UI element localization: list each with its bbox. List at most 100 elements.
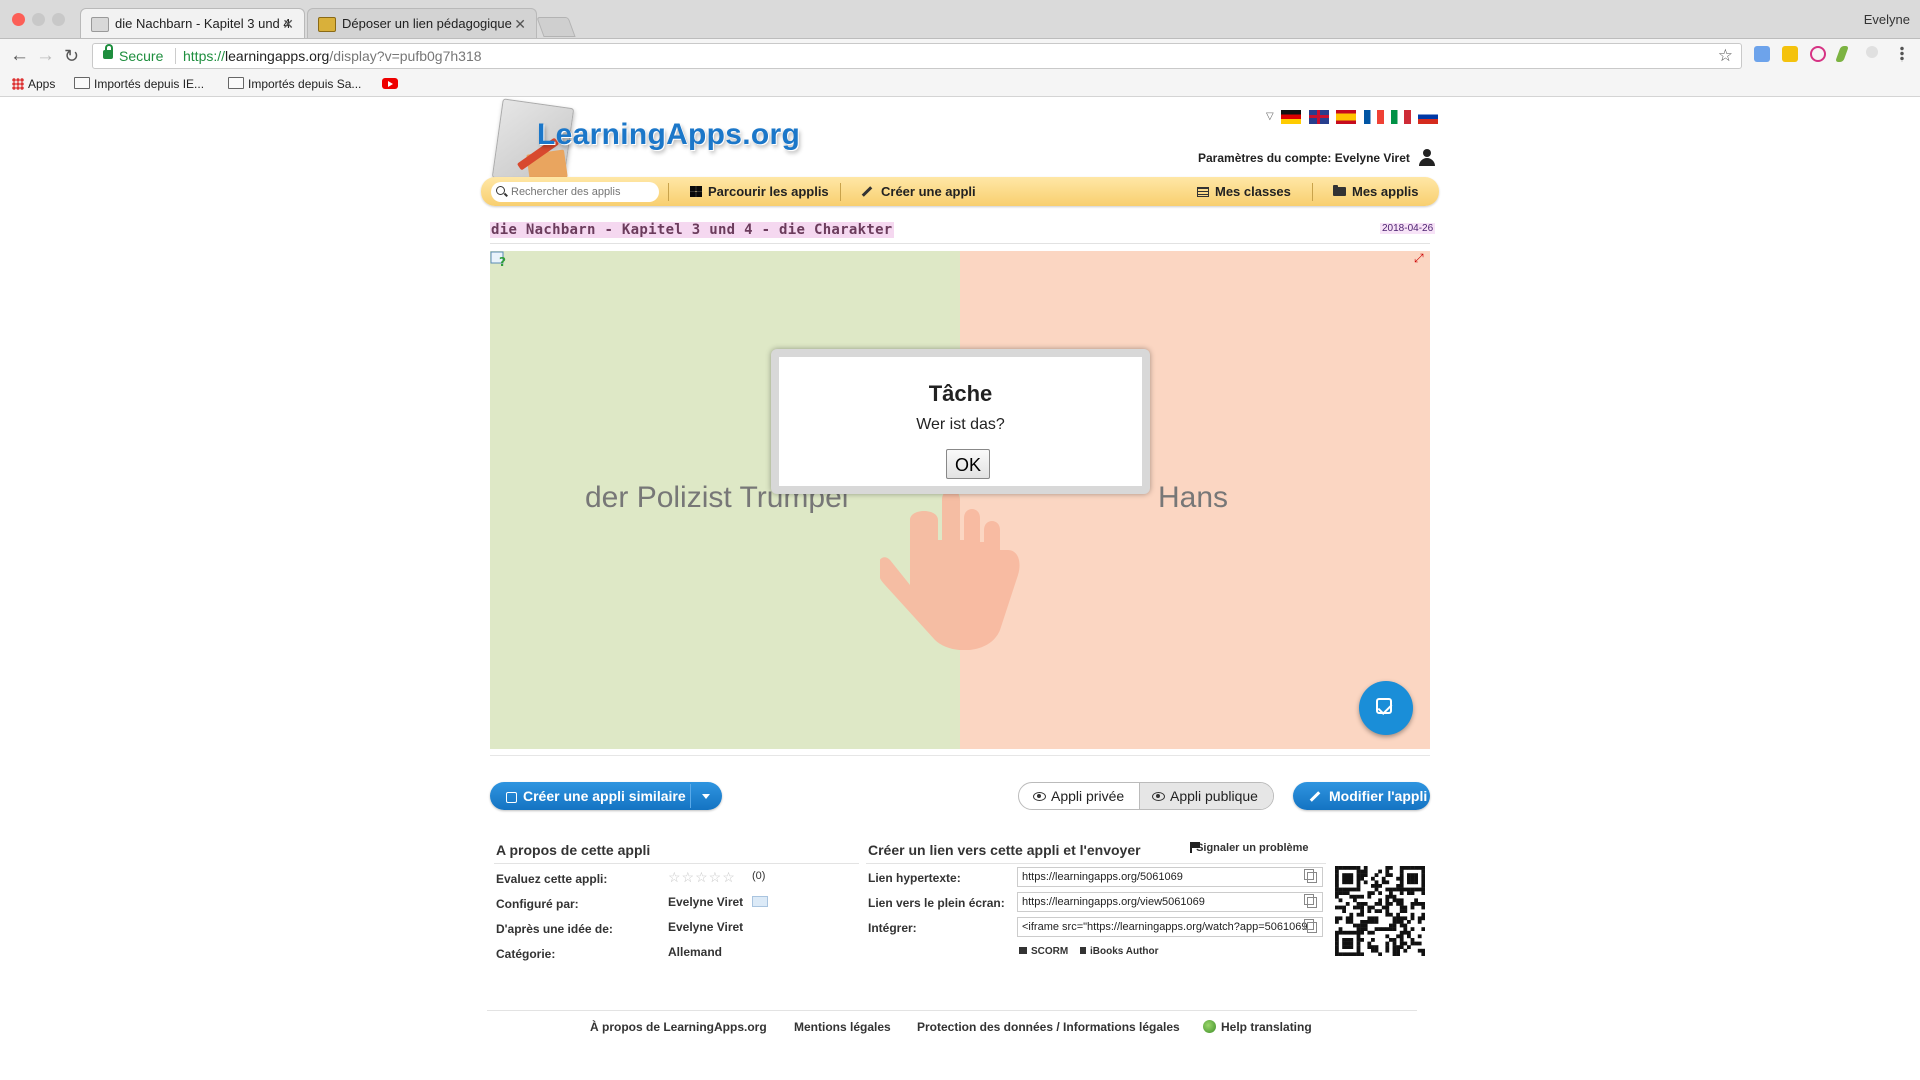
- new-tab-button[interactable]: [536, 17, 576, 37]
- bookmark-youtube[interactable]: [382, 77, 398, 91]
- footer-legal-link[interactable]: Mentions légales: [794, 1020, 891, 1034]
- footer-divider: [487, 1010, 1417, 1011]
- book-icon: [1080, 947, 1086, 954]
- envelope-icon[interactable]: [752, 896, 768, 907]
- nav-create-app[interactable]: Créer une appli: [861, 184, 976, 199]
- flag-english-icon[interactable]: [1308, 109, 1329, 124]
- folder-open-icon: [1333, 185, 1346, 196]
- edit-icon: [506, 792, 517, 803]
- extension-h-icon[interactable]: [1810, 46, 1826, 62]
- hand-drag-icon: [880, 490, 1020, 650]
- rating-count: (0): [752, 870, 766, 882]
- title-divider: [490, 243, 1430, 244]
- flag-italian-icon[interactable]: [1390, 109, 1411, 124]
- nav-my-apps[interactable]: Mes applis: [1333, 184, 1418, 199]
- apps-grid-icon: [12, 78, 24, 90]
- flag-spanish-icon[interactable]: [1336, 109, 1357, 124]
- scorm-link[interactable]: SCORM: [1019, 946, 1068, 957]
- app-bottom-divider: [490, 755, 1430, 756]
- package-icon: [1019, 947, 1027, 954]
- search-input[interactable]: [491, 182, 659, 202]
- private-app-option[interactable]: Appli privée: [1019, 783, 1139, 809]
- create-similar-app-button[interactable]: Créer une appli similaire: [490, 782, 722, 810]
- right-answer-word[interactable]: Hans: [1158, 481, 1228, 515]
- close-tab-icon[interactable]: ✕: [514, 9, 526, 38]
- bookmark-imported-safari[interactable]: Importés depuis Sa...: [228, 77, 361, 91]
- back-arrow-icon[interactable]: ←: [10, 45, 29, 67]
- page-favicon-icon: [91, 17, 109, 32]
- menu-dots-icon[interactable]: [1900, 46, 1904, 62]
- profile-name[interactable]: Evelyne: [1864, 12, 1910, 27]
- grid-icon: [690, 186, 702, 197]
- tab-deposer-lien[interactable]: Déposer un lien pédagogique ✕: [307, 8, 537, 38]
- copy-icon[interactable]: [1304, 894, 1317, 908]
- help-question-icon[interactable]: ?: [490, 251, 507, 267]
- language-dropdown-icon[interactable]: ▽: [1266, 111, 1274, 122]
- configured-by-value[interactable]: Evelyne Viret: [668, 895, 743, 909]
- folder-icon: [74, 77, 90, 89]
- youtube-icon: [382, 78, 398, 89]
- account-settings-link[interactable]: Paramètres du compte: Evelyne Viret: [1198, 151, 1410, 165]
- reload-icon[interactable]: ↻: [64, 45, 79, 67]
- dropdown-caret-icon[interactable]: [702, 794, 710, 799]
- extension-grey-icon[interactable]: [1866, 46, 1878, 58]
- copy-icon[interactable]: [1304, 919, 1317, 933]
- footer-about-link[interactable]: À propos de LearningApps.org: [590, 1020, 767, 1034]
- user-icon[interactable]: [1418, 149, 1436, 167]
- bookmark-star-icon[interactable]: ☆: [1718, 44, 1733, 68]
- pencil-icon: [861, 186, 873, 197]
- url-text[interactable]: https://learningapps.org/display?v=pufb0…: [183, 44, 482, 68]
- pencil-icon: [1309, 791, 1321, 802]
- page-favicon-icon: [318, 17, 336, 32]
- lock-icon: [103, 44, 113, 59]
- idea-label: D'après une idée de:: [496, 922, 613, 936]
- flag-icon: [1190, 842, 1200, 853]
- ok-button[interactable]: OK: [946, 449, 990, 479]
- task-dialog: Tâche Wer ist das? OK: [771, 349, 1150, 494]
- main-navbar: Parcourir les applis Créer une appli Mes…: [481, 177, 1439, 206]
- modify-app-button[interactable]: Modifier l'appli: [1293, 782, 1430, 810]
- public-app-option[interactable]: Appli publique: [1139, 783, 1273, 809]
- report-problem-link[interactable]: Signaler un problème: [1190, 842, 1309, 854]
- svg-text:?: ?: [499, 255, 506, 267]
- close-tab-icon[interactable]: ✕: [282, 9, 294, 38]
- forward-arrow-icon[interactable]: →: [36, 45, 55, 67]
- fullscreen-link-label: Lien vers le plein écran:: [868, 896, 1005, 910]
- close-window-button[interactable]: [12, 13, 25, 26]
- fullscreen-link-field[interactable]: [1017, 892, 1323, 912]
- nav-my-classes[interactable]: Mes classes: [1197, 184, 1291, 199]
- rating-stars[interactable]: ☆☆☆☆☆: [668, 869, 736, 886]
- tab-title: Déposer un lien pédagogique: [342, 16, 512, 31]
- zoom-window-button[interactable]: [52, 13, 65, 26]
- flag-russian-icon[interactable]: [1418, 109, 1439, 124]
- bookmark-imported-ie[interactable]: Importés depuis IE...: [74, 77, 204, 91]
- nav-browse-apps[interactable]: Parcourir les applis: [690, 184, 829, 199]
- copy-icon[interactable]: [1304, 869, 1317, 883]
- folder-icon: [228, 77, 244, 89]
- hyperlink-field[interactable]: [1017, 867, 1323, 887]
- footer-translate-link[interactable]: Help translating: [1203, 1020, 1312, 1034]
- check-answers-button[interactable]: [1359, 681, 1413, 735]
- extension-notes-icon[interactable]: [1782, 46, 1798, 62]
- minimize-window-button[interactable]: [32, 13, 45, 26]
- about-heading: A propos de cette appli: [496, 842, 651, 858]
- address-bar[interactable]: Secure https://learningapps.org/display?…: [92, 43, 1742, 69]
- flag-german-icon[interactable]: [1281, 109, 1302, 124]
- table-icon: [1197, 187, 1209, 197]
- nav-divider: [1312, 183, 1313, 201]
- category-value[interactable]: Allemand: [668, 945, 722, 959]
- language-flags: ▽: [1266, 108, 1439, 126]
- embed-label: Intégrer:: [868, 921, 917, 935]
- footer-privacy-link[interactable]: Protection des données / Informations lé…: [917, 1020, 1180, 1034]
- bookmark-apps[interactable]: Apps: [12, 77, 55, 91]
- embed-code-field[interactable]: [1017, 917, 1323, 937]
- eye-icon: [1152, 792, 1165, 801]
- site-logo[interactable]: LearningApps.org: [537, 118, 800, 152]
- bookmarks-bar: Apps Importés depuis IE... Importés depu…: [0, 73, 1920, 97]
- ibooks-link[interactable]: iBooks Author: [1080, 946, 1159, 957]
- fullscreen-expand-icon[interactable]: ⤢: [1414, 252, 1426, 264]
- extension-docs-icon[interactable]: [1754, 46, 1770, 62]
- visibility-toggle: Appli privée Appli publique: [1018, 782, 1274, 810]
- flag-french-icon[interactable]: [1363, 109, 1384, 124]
- tab-learningapps[interactable]: die Nachbarn - Kapitel 3 und 4 ✕: [80, 8, 305, 38]
